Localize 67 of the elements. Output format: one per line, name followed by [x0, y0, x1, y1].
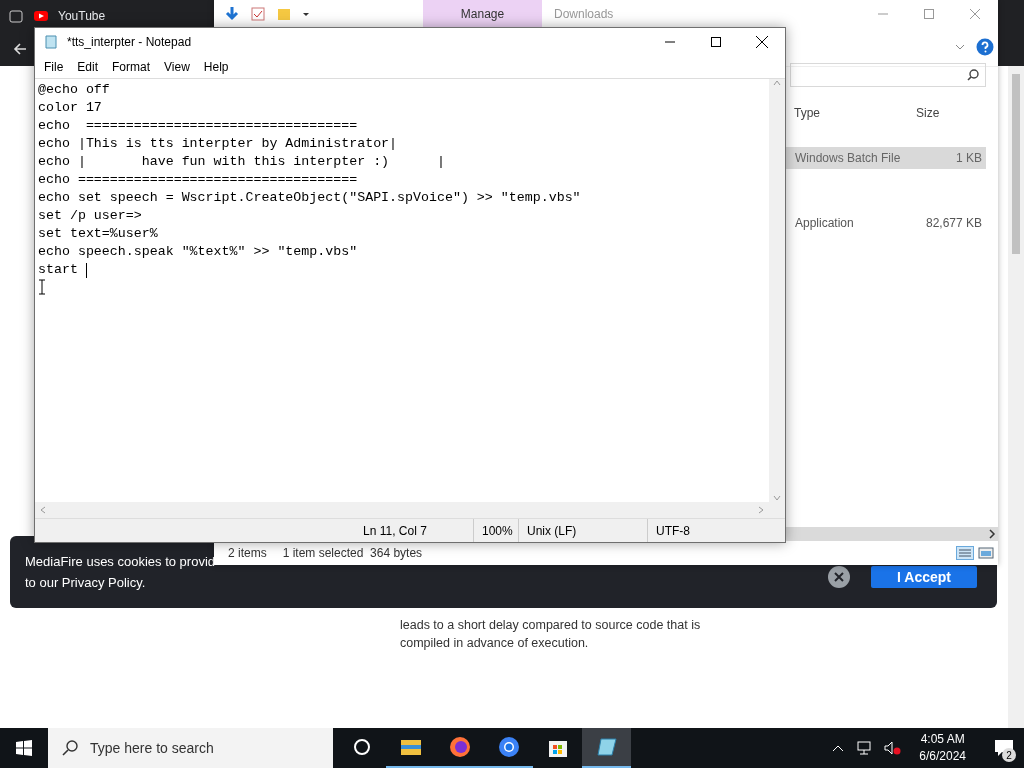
- notepad-icon: [43, 34, 59, 50]
- maximize-icon[interactable]: [711, 37, 721, 47]
- checklist-icon[interactable]: [250, 5, 266, 22]
- file-size: 82,677 KB: [925, 216, 983, 230]
- column-header[interactable]: Type: [786, 106, 908, 120]
- menu-item[interactable]: View: [157, 60, 197, 74]
- notepad-icon: [595, 736, 618, 758]
- file-row[interactable]: Windows Batch File 1 KB: [786, 147, 986, 169]
- code-line: echo ==================================: [38, 117, 358, 135]
- close-button[interactable]: [828, 566, 850, 588]
- back-arrow-icon[interactable]: [12, 41, 28, 57]
- status-text: Ln 11, Col 7: [362, 522, 428, 540]
- notification-count: 2: [1002, 748, 1016, 762]
- network-icon[interactable]: [855, 740, 874, 756]
- code-line: start: [38, 261, 79, 279]
- file-type: Windows Batch File: [794, 151, 902, 165]
- text-cursor-icon: [38, 279, 46, 295]
- accept-button[interactable]: I Accept: [871, 566, 977, 588]
- clock[interactable]: 4:05 AM 6/6/2024: [911, 731, 974, 765]
- cookie-text: to our Privacy Policy.: [25, 574, 147, 592]
- code-line: set /p user=>: [38, 207, 142, 225]
- page-scrollbar[interactable]: [1008, 66, 1024, 728]
- taskbar-app-button[interactable]: [582, 728, 631, 768]
- file-size: 1 KB: [956, 151, 983, 165]
- windows-logo-icon[interactable]: [16, 740, 32, 756]
- file-type: Application: [794, 216, 855, 230]
- down-arrow-icon[interactable]: [224, 5, 240, 22]
- status-text: Unix (LF): [518, 519, 647, 542]
- code-line: echo ===================================: [38, 171, 358, 189]
- code-line: echo speech.speak "%text%" >> "temp.vbs": [38, 243, 358, 261]
- code-line: @echo off: [38, 81, 110, 99]
- window-title: Downloads: [554, 5, 614, 23]
- search-icon: [967, 69, 979, 81]
- browser-tab[interactable]: YouTube: [58, 9, 106, 23]
- muted-speaker-icon[interactable]: [883, 740, 902, 756]
- menu-item[interactable]: Edit: [70, 60, 106, 74]
- item-count: 2 items: [228, 546, 267, 560]
- article-text: leads to a short delay compared to source code that is: [400, 617, 701, 634]
- status-text: UTF-8: [647, 519, 785, 542]
- code-line: echo | have fun with this interpter :) |: [38, 153, 445, 171]
- text-caret: [85, 262, 87, 278]
- selection-info: 1 item selected 364 bytes: [282, 546, 423, 560]
- folder-icon: [399, 738, 422, 756]
- help-icon[interactable]: [976, 37, 994, 56]
- ribbon-context-tab[interactable]: Manage: [423, 0, 542, 27]
- thumbnail-view-icon[interactable]: [978, 546, 994, 560]
- youtube-icon: [34, 11, 48, 21]
- menu-item[interactable]: Help: [196, 60, 236, 74]
- code-line: set text=%user%: [38, 225, 158, 243]
- file-row[interactable]: Application 82,677 KB: [786, 212, 986, 234]
- menu-item[interactable]: Format: [105, 60, 158, 74]
- cookie-text: MediaFire uses cookies to provid: [25, 553, 216, 571]
- taskbar-search-field[interactable]: Type here to search: [48, 728, 333, 768]
- status-text: 100%: [473, 519, 518, 542]
- article-text: compiled in advance of execution.: [400, 635, 590, 652]
- horizontal-scrollbar[interactable]: [786, 527, 998, 541]
- circle-icon: [352, 738, 371, 756]
- code-line: color 17: [38, 99, 102, 117]
- close-icon[interactable]: [756, 36, 768, 48]
- search-icon: [62, 740, 78, 756]
- code-line: echo |This is tts interpter by Administrator|: [38, 135, 398, 153]
- menu-item[interactable]: File: [37, 60, 71, 74]
- search-field[interactable]: [790, 63, 986, 87]
- code-line: echo set speech = Wscript.CreateObject("SAPI.spVoice") >> "temp.vbs": [38, 189, 581, 207]
- column-header[interactable]: Size: [908, 106, 988, 120]
- close-icon[interactable]: [834, 572, 844, 582]
- window-title: *tts_interpter - Notepad: [67, 35, 192, 49]
